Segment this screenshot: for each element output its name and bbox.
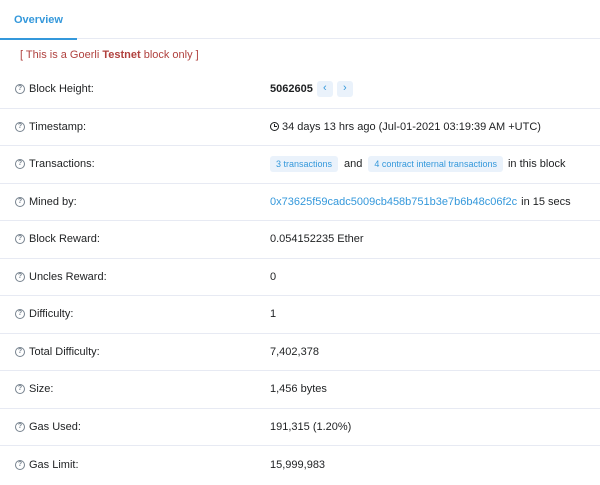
size-value: 1,456 bytes [270, 383, 327, 396]
row-timestamp: ? Timestamp: 34 days 13 hrs ago (Jul-01-2… [0, 109, 600, 146]
block-reward-label: Block Reward: [29, 233, 100, 246]
help-icon[interactable]: ? [15, 459, 25, 470]
row-size: ? Size: 1,456 bytes [0, 371, 600, 409]
uncles-reward-label: Uncles Reward: [29, 270, 107, 283]
mined-by-suffix: in 15 secs [521, 195, 571, 208]
help-icon[interactable]: ? [15, 384, 25, 395]
notice-testnet: Testnet [102, 49, 141, 61]
row-mined-by: ? Mined by: 0x73625f59cadc5009cb458b751b3… [0, 184, 600, 221]
row-block-reward: ? Block Reward: 0.054152235 Ether [0, 221, 600, 259]
transactions-label: Transactions: [29, 158, 95, 171]
testnet-notice: [ This is a Goerli Testnet block only ] [20, 49, 199, 61]
miner-address-link[interactable]: 0x73625f59cadc5009cb458b751b3e7b6b48c06f… [270, 196, 517, 208]
timestamp-value: 34 days 13 hrs ago (Jul-01-2021 03:19:39… [282, 120, 541, 133]
difficulty-value: 1 [270, 308, 277, 321]
next-block-button[interactable]: › [336, 81, 353, 98]
row-block-height: ? Block Height: 5062605 ‹ › [0, 71, 600, 109]
timestamp-label: Timestamp: [29, 120, 87, 133]
size-label: Size: [29, 383, 54, 396]
help-icon[interactable]: ? [15, 346, 25, 357]
help-icon[interactable]: ? [15, 159, 25, 170]
transactions-suffix: in this block [507, 158, 566, 171]
internal-transactions-link[interactable]: 4 contract internal transactions [368, 156, 503, 173]
notice-suffix: block only ] [140, 49, 199, 61]
row-uncles-reward: ? Uncles Reward: 0 [0, 259, 600, 296]
gas-used-value: 191,315 (1.20%) [270, 420, 352, 433]
difficulty-label: Difficulty: [29, 308, 74, 321]
help-icon[interactable]: ? [15, 271, 25, 282]
total-difficulty-value: 7,402,378 [270, 345, 319, 358]
tab-bar: Overview [0, 0, 600, 40]
gas-limit-label: Gas Limit: [29, 458, 79, 471]
help-icon[interactable]: ? [15, 234, 25, 245]
tab-overview[interactable]: Overview [0, 0, 77, 40]
transactions-link[interactable]: 3 transactions [270, 156, 339, 173]
row-transactions: ? Transactions: 3 transactions and 4 cont… [0, 146, 600, 184]
help-icon[interactable]: ? [15, 84, 25, 95]
clock-icon [270, 122, 279, 132]
help-icon[interactable]: ? [15, 309, 25, 320]
total-difficulty-label: Total Difficulty: [29, 345, 100, 358]
uncles-reward-value: 0 [270, 270, 277, 283]
help-icon[interactable]: ? [15, 196, 25, 207]
block-height-label: Block Height: [29, 83, 94, 96]
block-reward-value: 0.054152235 Ether [270, 233, 364, 246]
row-total-difficulty: ? Total Difficulty: 7,402,378 [0, 334, 600, 371]
gas-used-label: Gas Used: [29, 420, 81, 433]
help-icon[interactable]: ? [15, 421, 25, 432]
row-gas-limit: ? Gas Limit: 15,999,983 [0, 446, 600, 484]
mined-by-label: Mined by: [29, 195, 77, 208]
notice-prefix: [ This is a Goerli [20, 49, 103, 61]
row-gas-used: ? Gas Used: 191,315 (1.20%) [0, 409, 600, 446]
block-details: ? Block Height: 5062605 ‹ › ? Timestamp: 3… [0, 71, 600, 484]
help-icon[interactable]: ? [15, 121, 25, 132]
gas-limit-value: 15,999,983 [270, 458, 326, 471]
prev-block-button[interactable]: ‹ [316, 81, 333, 98]
row-difficulty: ? Difficulty: 1 [0, 296, 600, 334]
transactions-and: and [344, 158, 363, 171]
block-height-value: 5062605 [270, 83, 313, 96]
